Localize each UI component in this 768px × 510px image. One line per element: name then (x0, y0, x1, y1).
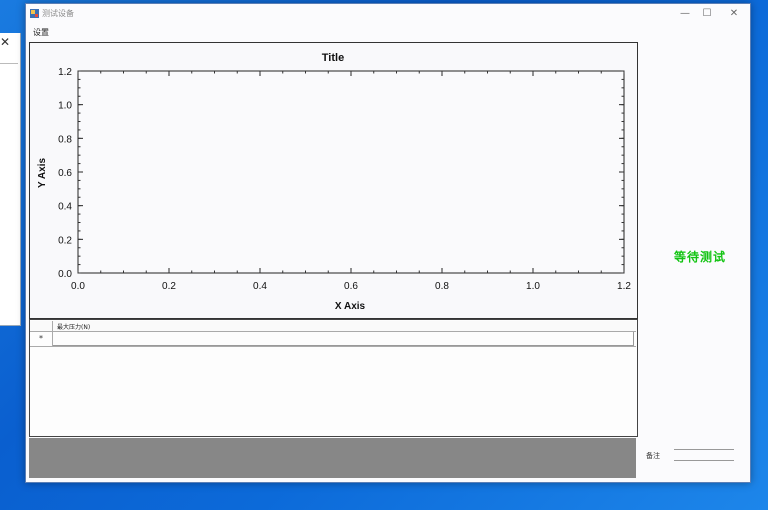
x-axis-label: X Axis (335, 301, 366, 312)
y-axis-label: Y Axis (37, 158, 48, 188)
background-window: ✕ (0, 33, 21, 326)
window-title: 测试设备 (42, 9, 74, 18)
background-divider (0, 63, 18, 64)
y-tick-label: 0.6 (58, 168, 72, 179)
menu-settings[interactable]: 设置 (33, 27, 49, 38)
grid-new-row[interactable]: * (30, 332, 636, 347)
chart: Title X Axis Y Axis 0.0 0.2 0.4 0.6 0.8 1.0 1.… (37, 52, 631, 312)
data-grid: 最大压力(N) * (29, 319, 638, 437)
x-tick-label: 0.0 (71, 281, 85, 292)
remark-input-line-2[interactable] (674, 460, 734, 461)
chart-title: Title (322, 52, 344, 64)
close-button[interactable]: ✕ (725, 6, 743, 22)
title-bar[interactable]: 测试设备 — ☐ ✕ (26, 4, 750, 24)
y-tick-label: 0.2 (58, 235, 72, 246)
remark-label: 备注 (646, 452, 660, 460)
status-panel (29, 438, 636, 478)
x-tick-label: 1.0 (526, 281, 540, 292)
grid-cell[interactable] (53, 332, 634, 346)
grid-corner (30, 321, 53, 331)
remark-input-line[interactable] (674, 449, 734, 450)
grid-header: 最大压力(N) (30, 321, 636, 332)
chart-panel: Title X Axis Y Axis 0.0 0.2 0.4 0.6 0.8 1.0 1.… (29, 42, 638, 319)
x-tick-label: 0.6 (344, 281, 358, 292)
background-close-icon[interactable]: ✕ (0, 35, 10, 49)
column-header-max-pressure[interactable]: 最大压力(N) (57, 322, 90, 331)
maximize-button[interactable]: ☐ (698, 6, 716, 22)
main-window: 测试设备 — ☐ ✕ 设置 Title X Axis Y Axis 0.0 0.2… (25, 3, 751, 483)
x-tick-label: 0.8 (435, 281, 449, 292)
plot-area (77, 70, 625, 274)
menu-bar: 设置 (26, 24, 750, 40)
app-icon (30, 9, 39, 18)
new-row-marker: * (30, 332, 53, 346)
y-tick-label: 1.0 (58, 101, 72, 112)
x-tick-label: 0.2 (162, 281, 176, 292)
y-tick-label: 1.2 (58, 67, 72, 78)
minimize-button[interactable]: — (676, 6, 694, 22)
status-text: 等待测试 (674, 250, 727, 264)
y-tick-label: 0.0 (58, 269, 72, 280)
x-tick-label: 0.4 (253, 281, 267, 292)
y-tick-label: 0.8 (58, 134, 72, 145)
y-tick-label: 0.4 (58, 202, 72, 213)
x-tick-label: 1.2 (617, 281, 631, 292)
